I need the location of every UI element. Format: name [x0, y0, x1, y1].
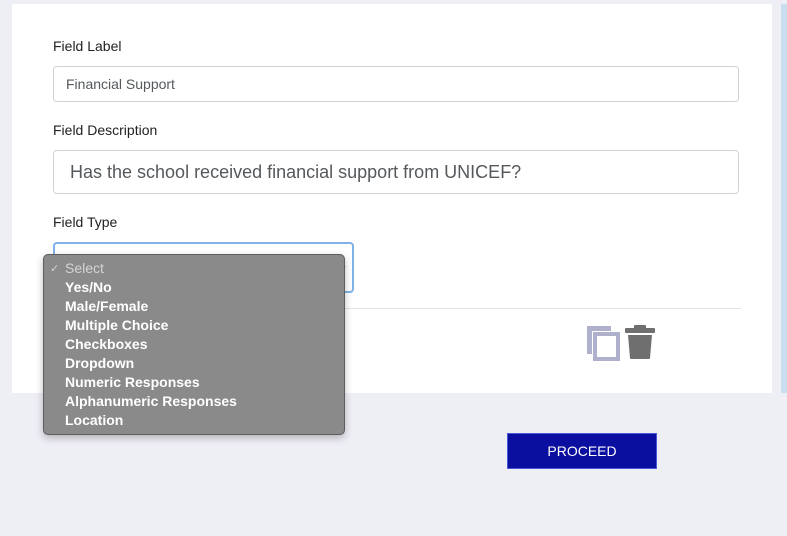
dropdown-option-label: Yes/No — [65, 279, 112, 295]
dropdown-option[interactable]: Multiple Choice — [44, 316, 344, 335]
dropdown-option[interactable]: Yes/No — [44, 278, 344, 297]
dropdown-option-label: Male/Female — [65, 298, 149, 314]
field-label-heading: Field Label — [53, 38, 122, 54]
dropdown-option-label: Location — [65, 412, 124, 428]
field-label-input[interactable]: Financial Support — [53, 66, 739, 102]
page: Field Label Financial Support Field Desc… — [0, 0, 787, 536]
dropdown-option[interactable]: Checkboxes — [44, 335, 344, 354]
trash-icon[interactable] — [624, 324, 656, 360]
side-panel-edge — [781, 4, 787, 393]
dropdown-option-label: Checkboxes — [65, 336, 148, 352]
dropdown-option-label: Alphanumeric Responses — [65, 393, 237, 409]
dropdown-option-label: Dropdown — [65, 355, 135, 371]
field-description-input[interactable]: Has the school received financial suppor… — [53, 150, 739, 194]
dropdown-option-label: Numeric Responses — [65, 374, 200, 390]
field-type-dropdown-menu: ✓ Select Yes/No Male/Female Multiple Choice C… — [43, 254, 345, 435]
dropdown-option[interactable]: Male/Female — [44, 297, 344, 316]
field-type-heading: Field Type — [53, 214, 118, 230]
copy-icon[interactable] — [585, 324, 623, 362]
dropdown-option-label: Select — [65, 260, 104, 276]
field-description-heading: Field Description — [53, 122, 158, 138]
proceed-button[interactable]: PROCEED — [507, 433, 657, 469]
dropdown-option[interactable]: Numeric Responses — [44, 373, 344, 392]
checkmark-icon: ✓ — [50, 262, 60, 275]
dropdown-option[interactable]: Location — [44, 411, 344, 430]
dropdown-option[interactable]: ✓ Select — [44, 259, 344, 278]
dropdown-option[interactable]: Dropdown — [44, 354, 344, 373]
dropdown-option-label: Multiple Choice — [65, 317, 169, 333]
dropdown-option[interactable]: Alphanumeric Responses — [44, 392, 344, 411]
